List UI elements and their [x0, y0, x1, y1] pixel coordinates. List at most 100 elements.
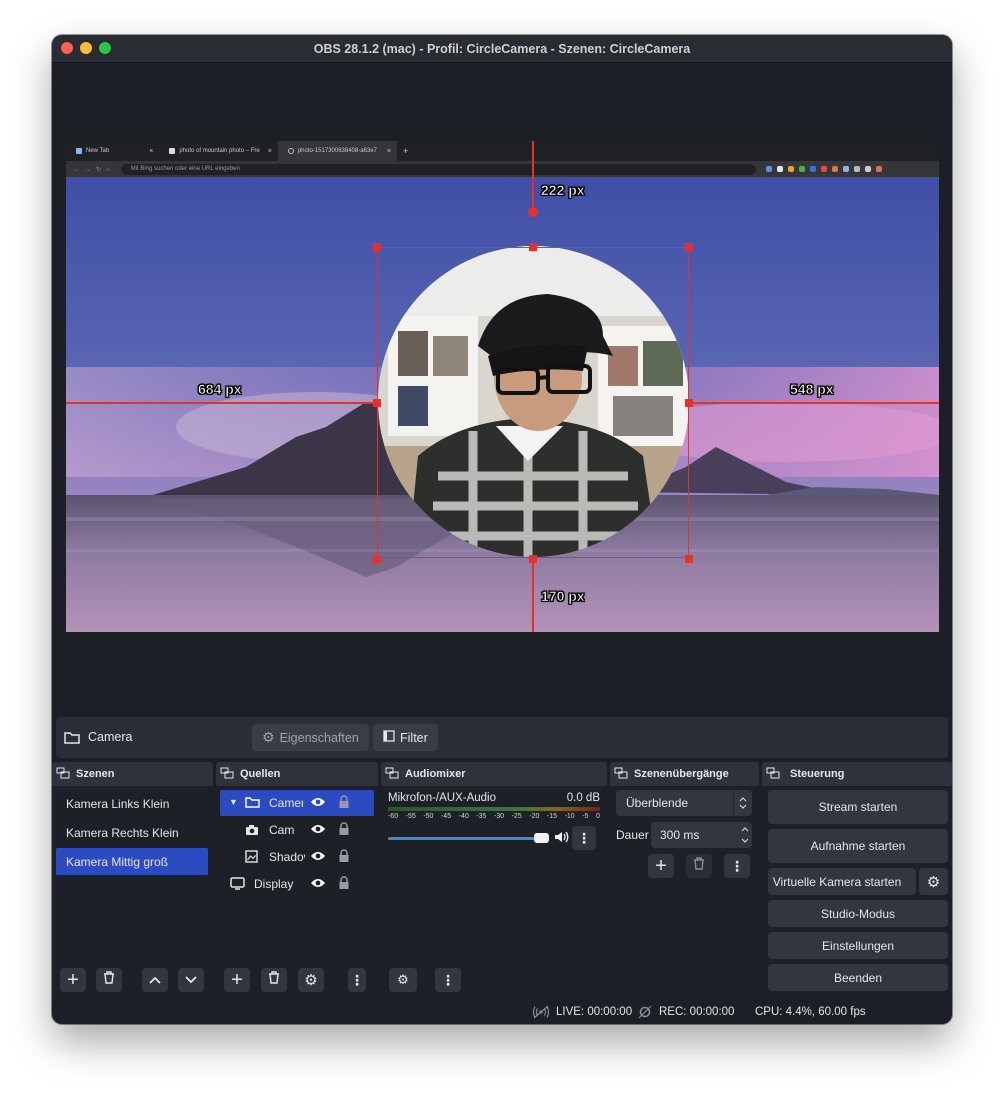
- settings-button[interactable]: Einstellungen: [768, 932, 948, 959]
- audio-scale-tick: -60: [388, 813, 399, 820]
- source-item[interactable]: Display: [220, 871, 374, 897]
- dock-icon: [385, 767, 399, 782]
- remove-source-button[interactable]: [261, 968, 287, 992]
- volume-slider-handle[interactable]: [534, 833, 549, 843]
- start-virtual-camera-button[interactable]: Virtuelle Kamera starten: [768, 868, 916, 895]
- monitor-icon: [230, 877, 245, 893]
- preview-area[interactable]: New Tab × photo of mountain photo – Fre …: [52, 63, 952, 715]
- transition-menu-button[interactable]: ⋮: [724, 854, 750, 878]
- lock-icon[interactable]: [338, 822, 350, 839]
- lock-icon[interactable]: [338, 849, 350, 866]
- audio-mixer-dock-header[interactable]: Audiomixer: [381, 762, 607, 786]
- controls-dock: Steuerung Stream starten Aufnahme starte…: [762, 762, 952, 998]
- browser-url-row: ←→↻⌂ Mit Bing suchen oder eine URL einge…: [66, 161, 939, 177]
- minimize-window-button[interactable]: [80, 42, 92, 54]
- resize-handle-bottom[interactable]: [529, 555, 537, 563]
- resize-handle-right[interactable]: [685, 399, 693, 407]
- browser-tabs: New Tab × photo of mountain photo – Fre …: [66, 141, 408, 161]
- lock-icon[interactable]: [338, 876, 350, 893]
- resize-handle-top-right[interactable]: [685, 243, 693, 251]
- selection-box[interactable]: [377, 247, 689, 558]
- advanced-audio-button[interactable]: ⚙: [389, 968, 417, 992]
- tab-favicon-icon: [76, 148, 82, 154]
- lock-icon[interactable]: [338, 795, 350, 812]
- transition-select[interactable]: Überblende: [616, 790, 752, 816]
- add-transition-button[interactable]: +: [648, 854, 674, 878]
- source-item-selected[interactable]: ▼ Camera: [220, 790, 374, 816]
- studio-mode-button[interactable]: Studio-Modus: [768, 900, 948, 927]
- filter-icon: [383, 730, 395, 745]
- updown-chevron-icon: [733, 790, 752, 816]
- source-more-button[interactable]: ⋮: [348, 968, 366, 992]
- scene-transitions-dock: Szenenübergänge Überblende Dauer 300 ms …: [610, 762, 759, 998]
- new-tab-icon: +: [403, 146, 409, 156]
- maximize-window-button[interactable]: [99, 42, 111, 54]
- speaker-icon[interactable]: [554, 830, 570, 849]
- resize-handle-bottom-left[interactable]: [373, 555, 381, 563]
- audio-level-db: 0.0 dB: [566, 792, 600, 804]
- source-properties-button[interactable]: ⚙: [298, 968, 324, 992]
- close-icon: ×: [386, 147, 391, 155]
- virtual-camera-settings-button[interactable]: ⚙: [919, 868, 948, 895]
- audio-channel-name: Mikrofon-/AUX-Audio: [388, 792, 497, 804]
- source-toolbar: Camera ⚙ Eigenschaften Filter: [56, 717, 948, 758]
- close-window-button[interactable]: [61, 42, 73, 54]
- obs-window: OBS 28.1.2 (mac) - Profil: CircleCamera …: [52, 35, 952, 1024]
- more-vertical-icon: ⋮: [350, 971, 364, 988]
- preview-canvas[interactable]: New Tab × photo of mountain photo – Fre …: [66, 141, 939, 632]
- distance-label-left: 684 px: [198, 381, 242, 398]
- add-scene-button[interactable]: +: [60, 968, 86, 992]
- audio-mixer-dock: Audiomixer Mikrofon-/AUX-Audio 0.0 dB -6…: [381, 762, 607, 998]
- sources-dock: Quellen ▼ Camera Camera Shadow: [216, 762, 378, 998]
- audio-scale-tick: -20: [529, 813, 540, 820]
- title-bar[interactable]: OBS 28.1.2 (mac) - Profil: CircleCamera …: [52, 35, 952, 63]
- resize-handle-left[interactable]: [373, 399, 381, 407]
- audio-channel-menu-button[interactable]: ⋮: [572, 826, 596, 850]
- move-scene-up-button[interactable]: [142, 968, 168, 992]
- scenes-list: Kamera Links Klein Kamera Rechts Klein K…: [52, 786, 213, 998]
- sources-dock-header[interactable]: Quellen: [216, 762, 378, 786]
- start-recording-button[interactable]: Aufnahme starten: [768, 829, 948, 863]
- scene-item[interactable]: Kamera Rechts Klein: [56, 819, 208, 846]
- volume-slider-fill: [388, 837, 544, 840]
- resize-handle-top[interactable]: [529, 243, 537, 251]
- eye-icon[interactable]: [310, 796, 326, 811]
- source-label: Display: [254, 877, 294, 891]
- volume-slider-track[interactable]: [388, 837, 544, 840]
- filter-button[interactable]: Filter: [373, 724, 438, 751]
- quit-button[interactable]: Beenden: [768, 964, 948, 991]
- scene-item[interactable]: Kamera Links Klein: [56, 790, 208, 817]
- sources-list: ▼ Camera Camera Shadow Display: [216, 786, 378, 998]
- source-item[interactable]: Shadow: [220, 844, 374, 870]
- audio-level-meter: [388, 807, 600, 811]
- eye-icon[interactable]: [310, 877, 326, 892]
- remove-scene-button[interactable]: [96, 968, 122, 992]
- scene-transitions-dock-title: Szenenübergänge: [634, 768, 729, 780]
- live-timer: LIVE: 00:00:00: [556, 1006, 633, 1018]
- scenes-dock-header[interactable]: Szenen: [52, 762, 213, 786]
- start-stream-button[interactable]: Stream starten: [768, 790, 948, 824]
- eye-icon[interactable]: [310, 823, 326, 838]
- scene-item-selected[interactable]: Kamera Mittig groß: [56, 848, 208, 875]
- remove-transition-button[interactable]: [686, 854, 712, 878]
- scene-transitions-dock-header[interactable]: Szenenübergänge: [610, 762, 759, 786]
- audio-mixer-menu-button[interactable]: ⋮: [435, 968, 461, 992]
- browser-nav-icons: ←→↻⌂: [74, 166, 115, 173]
- studio-mode-label: Studio-Modus: [820, 906, 896, 921]
- add-source-button[interactable]: +: [224, 968, 250, 992]
- move-scene-down-button[interactable]: [178, 968, 204, 992]
- scene-label: Kamera Mittig groß: [66, 854, 169, 869]
- source-item[interactable]: Camera: [220, 817, 374, 843]
- eye-icon[interactable]: [310, 850, 326, 865]
- controls-dock-header[interactable]: Steuerung: [762, 762, 952, 786]
- duration-spinbox[interactable]: 300 ms: [651, 822, 752, 848]
- resize-handle-bottom-right[interactable]: [685, 555, 693, 563]
- updown-chevron-icon[interactable]: [741, 825, 749, 850]
- plus-icon: +: [655, 855, 667, 877]
- tab-label: photo-1517300638408-a63e7: [297, 148, 377, 154]
- resize-handle-top-left[interactable]: [373, 243, 381, 251]
- properties-button[interactable]: ⚙ Eigenschaften: [252, 724, 369, 751]
- trash-icon: [693, 857, 705, 875]
- gear-icon: ⚙: [262, 729, 275, 745]
- chevron-down-icon: [185, 971, 197, 989]
